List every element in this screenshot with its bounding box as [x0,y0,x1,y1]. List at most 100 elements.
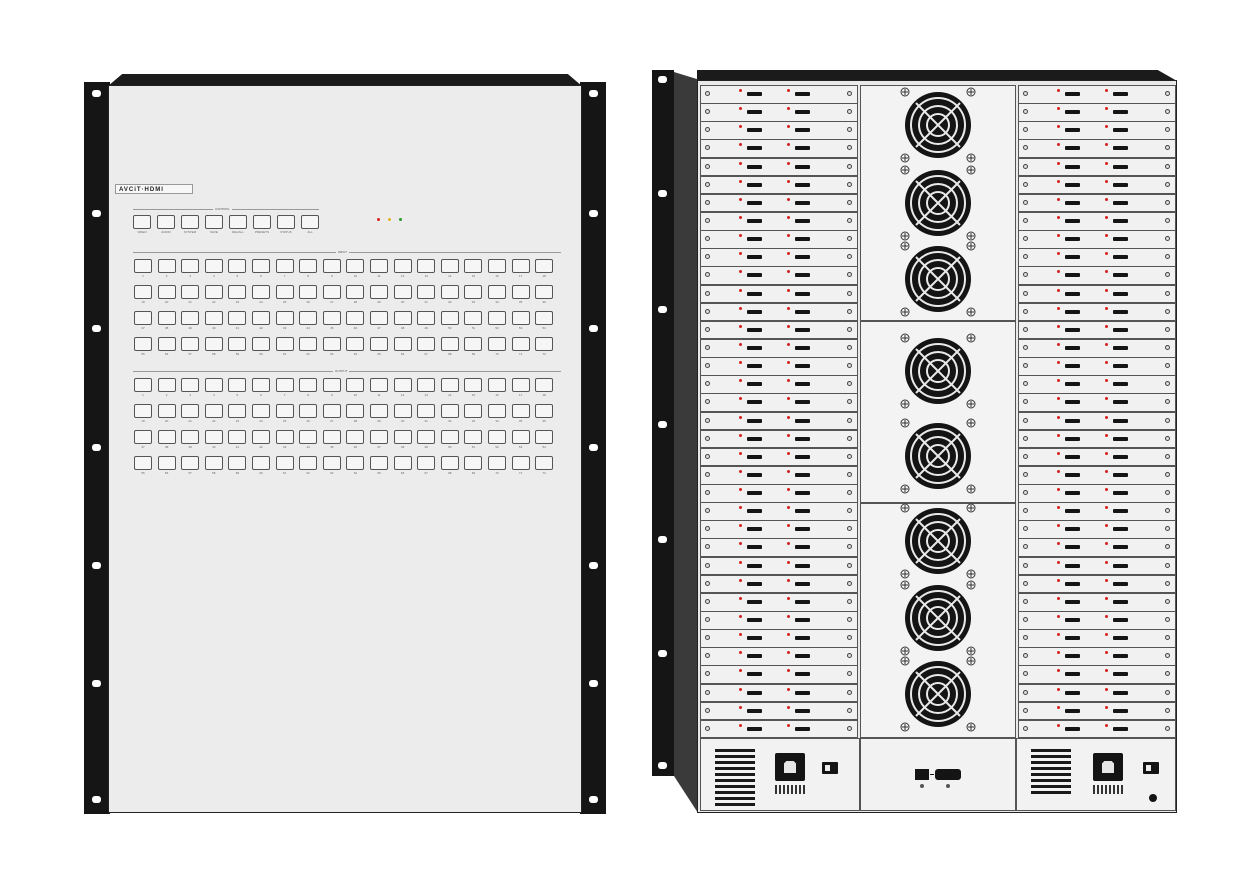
hdmi-port-icon[interactable] [747,128,762,133]
hdmi-port-icon[interactable] [795,472,810,477]
output-button-48[interactable] [393,430,412,444]
hdmi-port-icon[interactable] [1113,472,1128,477]
hdmi-port-icon[interactable] [795,218,810,223]
hdmi-port-icon[interactable] [1065,382,1080,387]
input-button-72[interactable] [535,337,554,351]
hdmi-port-icon[interactable] [1113,563,1128,568]
output-button-34[interactable] [488,404,506,418]
input-button-50[interactable] [440,311,459,325]
input-button-3[interactable] [181,259,200,273]
hdmi-port-icon[interactable] [1065,690,1080,695]
input-button-63[interactable] [322,337,341,351]
hdmi-port-icon[interactable] [1113,255,1128,260]
hdmi-port-icon[interactable] [795,382,810,387]
hdmi-port-icon[interactable] [1065,599,1080,604]
output-button-45[interactable] [322,430,341,444]
control-button-all[interactable] [301,215,319,229]
hdmi-port-icon[interactable] [1113,509,1128,514]
output-button-23[interactable] [228,404,247,418]
output-button-22[interactable] [204,404,223,418]
hdmi-port-icon[interactable] [795,418,810,423]
output-button-31[interactable] [417,404,436,418]
control-button-video[interactable] [133,215,151,229]
output-button-50[interactable] [440,430,459,444]
output-button-19[interactable] [134,404,152,418]
serial-port-icon[interactable] [935,769,961,780]
output-button-54[interactable] [535,430,554,444]
hdmi-port-icon[interactable] [1065,345,1080,350]
hdmi-port-icon[interactable] [795,364,810,369]
hdmi-port-icon[interactable] [1113,491,1128,496]
power-section-right[interactable] [1016,738,1176,811]
hdmi-port-icon[interactable] [1113,527,1128,532]
hdmi-port-icon[interactable] [747,618,762,623]
hdmi-port-icon[interactable] [1113,599,1128,604]
hdmi-port-icon[interactable] [747,545,762,550]
input-button-40[interactable] [204,311,223,325]
hdmi-port-icon[interactable] [1113,726,1128,731]
input-button-19[interactable] [134,285,152,299]
input-button-5[interactable] [228,259,247,273]
output-button-39[interactable] [181,430,200,444]
input-button-70[interactable] [488,337,506,351]
hdmi-port-icon[interactable] [747,472,762,477]
hdmi-port-icon[interactable] [747,563,762,568]
input-button-8[interactable] [299,259,318,273]
output-button-36[interactable] [535,404,554,418]
hdmi-port-icon[interactable] [1113,436,1128,441]
hdmi-port-icon[interactable] [1113,146,1128,151]
control-button-presets[interactable] [253,215,271,229]
hdmi-port-icon[interactable] [1065,364,1080,369]
hdmi-port-icon[interactable] [1113,708,1128,713]
hdmi-port-icon[interactable] [795,672,810,677]
output-button-10[interactable] [346,378,365,392]
hdmi-port-icon[interactable] [747,454,762,459]
hdmi-port-icon[interactable] [1113,672,1128,677]
hdmi-port-icon[interactable] [1065,309,1080,314]
hdmi-port-icon[interactable] [795,400,810,405]
hdmi-port-icon[interactable] [1113,418,1128,423]
output-button-62[interactable] [299,456,318,470]
hdmi-port-icon[interactable] [1113,110,1128,115]
output-button-55[interactable] [134,456,152,470]
output-button-47[interactable] [370,430,388,444]
input-button-39[interactable] [181,311,200,325]
hdmi-port-icon[interactable] [1065,291,1080,296]
input-button-45[interactable] [322,311,341,325]
power-section-left[interactable] [700,738,860,811]
power-switch-icon[interactable] [822,762,838,774]
hdmi-port-icon[interactable] [795,327,810,332]
hdmi-port-icon[interactable] [795,128,810,133]
input-button-60[interactable] [252,337,270,351]
hdmi-port-icon[interactable] [1065,708,1080,713]
input-button-24[interactable] [252,285,270,299]
hdmi-port-icon[interactable] [747,218,762,223]
input-button-64[interactable] [346,337,365,351]
hdmi-port-icon[interactable] [747,708,762,713]
input-button-32[interactable] [440,285,459,299]
hdmi-port-icon[interactable] [1113,545,1128,550]
hdmi-port-icon[interactable] [1113,654,1128,659]
hdmi-port-icon[interactable] [1113,382,1128,387]
hdmi-port-icon[interactable] [747,255,762,260]
hdmi-port-icon[interactable] [795,110,810,115]
input-button-65[interactable] [370,337,388,351]
input-button-22[interactable] [204,285,223,299]
input-button-69[interactable] [464,337,483,351]
output-button-2[interactable] [157,378,176,392]
hdmi-port-icon[interactable] [795,345,810,350]
hdmi-port-icon[interactable] [1113,237,1128,242]
hdmi-port-icon[interactable] [795,436,810,441]
hdmi-port-icon[interactable] [747,636,762,641]
hdmi-port-icon[interactable] [1113,364,1128,369]
hdmi-port-icon[interactable] [1065,418,1080,423]
hdmi-port-icon[interactable] [1065,454,1080,459]
output-button-44[interactable] [299,430,318,444]
input-button-21[interactable] [181,285,200,299]
hdmi-port-icon[interactable] [1065,400,1080,405]
input-button-31[interactable] [417,285,436,299]
input-button-2[interactable] [157,259,176,273]
hdmi-port-icon[interactable] [795,309,810,314]
input-button-7[interactable] [275,259,294,273]
hdmi-port-icon[interactable] [1065,618,1080,623]
